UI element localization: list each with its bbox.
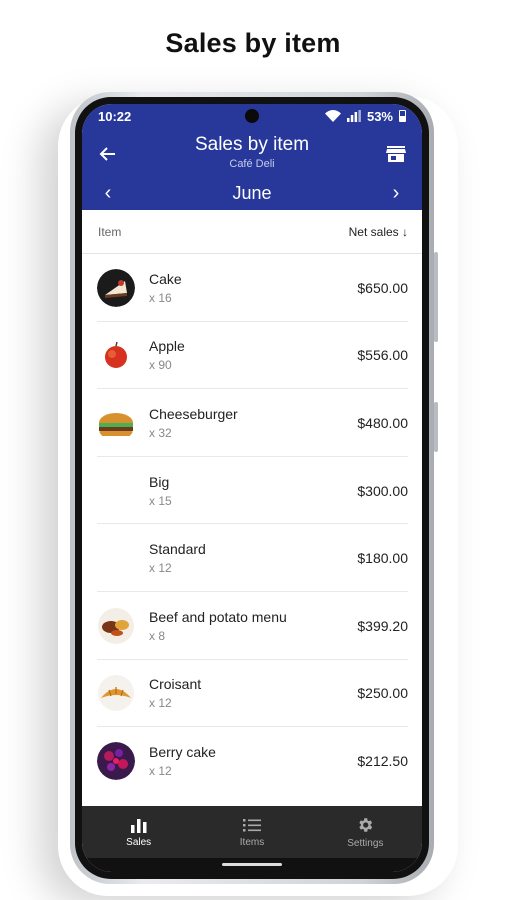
item-net-sales: $399.20 <box>357 617 408 634</box>
bottom-navigation: Sales Items Settings <box>82 806 422 858</box>
item-quantity: x 16 <box>149 290 172 305</box>
app-bar: Sales by item Café Deli ‹ June › <box>82 128 422 210</box>
empty-thumbnail <box>97 539 135 577</box>
nav-sales[interactable]: Sales <box>82 806 195 858</box>
month-navigator: ‹ June › <box>82 178 422 208</box>
beef-icon <box>97 607 135 645</box>
item-quantity: x 90 <box>149 358 172 373</box>
item-net-sales: $300.00 <box>357 482 408 499</box>
croissant-icon <box>97 674 135 712</box>
item-net-sales: $650.00 <box>357 279 408 296</box>
bar-chart-icon <box>130 818 147 833</box>
cake-icon <box>97 268 135 307</box>
list-item[interactable]: Berry cake x 12 $212.50 <box>82 727 422 795</box>
item-name: Standard <box>149 541 206 558</box>
home-indicator[interactable] <box>222 863 282 866</box>
sort-net-sales[interactable]: Net sales ↓ <box>349 225 408 239</box>
item-net-sales: $212.50 <box>357 752 408 769</box>
item-name: Croisant <box>149 676 202 693</box>
screen-title: Sales by item <box>194 134 310 155</box>
item-quantity: x 12 <box>149 763 172 778</box>
item-net-sales: $180.00 <box>357 550 408 567</box>
list-item[interactable]: Big x 15 $300.00 <box>82 457 422 525</box>
item-name: Berry cake <box>149 743 216 760</box>
nav-label: Sales <box>126 836 152 848</box>
next-month-button[interactable]: › <box>384 182 408 205</box>
list-header: Item Net sales ↓ <box>82 210 422 254</box>
burger-icon <box>97 404 135 442</box>
signal-icon <box>346 110 361 122</box>
list-item[interactable]: Croisant x 12 $250.00 <box>82 660 422 728</box>
list-icon <box>242 818 261 831</box>
item-name: Beef and potato menu <box>149 608 287 625</box>
item-net-sales: $250.00 <box>357 685 408 702</box>
gesture-bar <box>82 858 422 872</box>
list-item[interactable]: Standard x 12 $180.00 <box>82 524 422 592</box>
item-quantity: x 12 <box>149 696 172 711</box>
item-quantity: x 32 <box>149 425 172 440</box>
battery-percent: 53% <box>366 108 393 124</box>
camera-hole <box>245 109 259 123</box>
apple-icon <box>97 336 135 374</box>
item-quantity: x 12 <box>149 561 172 576</box>
store-name: Café Deli <box>229 158 275 170</box>
battery-icon <box>399 110 406 122</box>
item-name: Big <box>149 473 170 490</box>
status-bar: 10:22 53% <box>82 104 422 128</box>
nav-label: Settings <box>347 837 384 849</box>
list-item[interactable]: Cheeseburger x 32 $480.00 <box>82 389 422 457</box>
list-item[interactable]: Cake x 16 $650.00 <box>82 254 422 322</box>
status-time: 10:22 <box>98 108 132 124</box>
list-item[interactable]: Beef and potato menu x 8 $399.20 <box>82 592 422 660</box>
store-button[interactable] <box>382 140 410 168</box>
item-name: Cake <box>149 270 182 287</box>
item-net-sales: $480.00 <box>357 414 408 431</box>
sales-list: Cake x 16 $650.00 Apple x 90 $556.00 Che… <box>82 254 422 795</box>
power-button <box>434 402 438 452</box>
prev-month-button[interactable]: ‹ <box>96 182 120 205</box>
empty-thumbnail <box>97 472 135 510</box>
item-name: Apple <box>149 338 185 355</box>
nav-items[interactable]: Items <box>195 806 308 858</box>
item-net-sales: $556.00 <box>357 347 408 364</box>
gear-icon <box>359 817 373 832</box>
berry-cake-icon <box>97 741 135 780</box>
item-name: Cheeseburger <box>149 405 238 422</box>
app-screen: 10:22 53% Sales by item Café Deli ‹ June… <box>82 104 422 872</box>
nav-label: Items <box>239 836 265 848</box>
month-label: June <box>232 182 272 203</box>
phone-frame: 10:22 53% Sales by item Café Deli ‹ June… <box>70 92 438 884</box>
nav-settings[interactable]: Settings <box>309 806 422 858</box>
item-quantity: x 8 <box>149 628 166 643</box>
storefront-icon <box>386 146 406 162</box>
item-quantity: x 15 <box>149 493 172 508</box>
volume-button <box>434 252 438 342</box>
promo-caption: Sales by item <box>165 28 341 58</box>
column-item: Item <box>98 224 122 239</box>
wifi-icon <box>324 110 341 122</box>
list-item[interactable]: Apple x 90 $556.00 <box>82 322 422 390</box>
